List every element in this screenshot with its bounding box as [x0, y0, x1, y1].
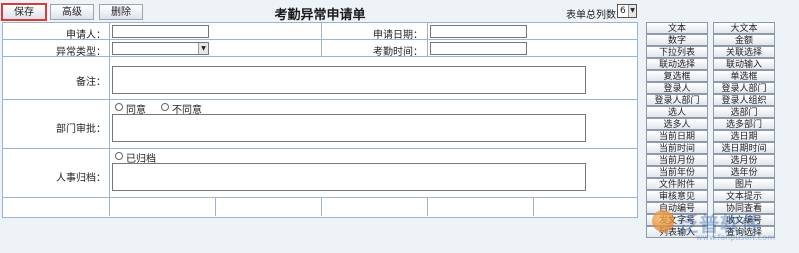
palette-button[interactable]: 登录人组织	[713, 94, 775, 106]
divider	[427, 23, 428, 39]
palette-button[interactable]: 文本	[646, 22, 708, 34]
palette-button[interactable]: 选人	[646, 106, 708, 118]
palette-button[interactable]: 联动选择	[646, 58, 708, 70]
apply-date-label: 申请日期：	[373, 30, 423, 41]
hr-archive-label: 人事归档：	[56, 173, 106, 184]
toolbar: 保存 高级 删除 考勤异常申请单 表单总列数： 6 ▼	[0, 0, 640, 23]
palette-button[interactable]: 选多人	[646, 118, 708, 130]
disagree-radio[interactable]	[161, 103, 169, 111]
divider	[533, 198, 534, 216]
palette-button[interactable]: 选年份	[713, 166, 775, 178]
chevron-down-icon: ▼	[198, 43, 208, 54]
attendance-time-label: 考勤时间：	[373, 47, 423, 58]
palette-button[interactable]: 关联选择	[713, 46, 775, 58]
hr-archive-textarea[interactable]	[112, 163, 586, 191]
palette-button[interactable]: 当前时间	[646, 142, 708, 154]
palette-button[interactable]: 大文本	[713, 22, 775, 34]
apply-date-input[interactable]	[430, 25, 527, 38]
remark-textarea[interactable]	[112, 66, 586, 94]
abnormal-type-select[interactable]: ▼	[112, 42, 209, 55]
palette-button[interactable]: 单选框	[713, 70, 775, 82]
dept-approval-label: 部门审批：	[56, 124, 106, 135]
applicant-label: 申请人：	[66, 30, 106, 41]
advanced-button[interactable]: 高级	[50, 4, 94, 20]
divider	[215, 198, 216, 216]
palette-button[interactable]: 登录人部门	[713, 82, 775, 94]
abnormal-type-label: 异常类型：	[56, 47, 106, 58]
palette-button[interactable]: 当前年份	[646, 166, 708, 178]
palette-button[interactable]: 文本提示	[713, 190, 775, 202]
palette-button[interactable]: 选日期时间	[713, 142, 775, 154]
palette-button[interactable]: 联动输入	[713, 58, 775, 70]
row-empty	[3, 198, 637, 216]
palette-button[interactable]: 当前日期	[646, 130, 708, 142]
form-title: 考勤异常申请单	[274, 8, 366, 23]
applicant-input[interactable]	[112, 25, 209, 38]
row-hr-archive: 人事归档： 已归档	[3, 149, 637, 198]
chevron-down-icon: ▼	[628, 5, 636, 17]
divider	[427, 198, 428, 216]
palette-button[interactable]: 选日期	[713, 130, 775, 142]
agree-radio[interactable]	[115, 103, 123, 111]
divider	[427, 40, 428, 56]
palette-button[interactable]: 图片	[713, 178, 775, 190]
divider	[109, 198, 110, 216]
palette-button[interactable]: 文件附件	[646, 178, 708, 190]
row-remark: 备注：	[3, 57, 637, 100]
save-button[interactable]: 保存	[1, 3, 47, 21]
remark-label: 备注：	[76, 77, 106, 88]
row-abnormal-type: 异常类型： ▼ 考勤时间：	[3, 40, 637, 58]
brand-logo-icon	[652, 210, 674, 232]
watermark-url: www.fanpusoft.com	[696, 233, 775, 242]
palette-button[interactable]: 登录人	[646, 82, 708, 94]
attendance-time-input[interactable]	[430, 42, 527, 55]
palette-button[interactable]: 选多部门	[713, 118, 775, 130]
palette-button[interactable]: 登录人部门	[646, 94, 708, 106]
divider	[109, 40, 110, 56]
divider	[109, 149, 110, 197]
divider	[321, 198, 322, 216]
archived-radio[interactable]	[115, 152, 123, 160]
palette-button[interactable]: 金额	[713, 34, 775, 46]
palette-button[interactable]: 审核意见	[646, 190, 708, 202]
palette-button[interactable]: 选月份	[713, 154, 775, 166]
form-grid: 申请人： 申请日期： 异常类型： ▼ 考勤时间： 备注： 部门审批： 同意 不同…	[2, 22, 638, 218]
divider	[109, 100, 110, 148]
row-applicant: 申请人： 申请日期：	[3, 23, 637, 41]
dept-approval-textarea[interactable]	[112, 114, 586, 142]
divider	[109, 57, 110, 99]
column-count-value: 6	[620, 6, 626, 16]
column-count-select[interactable]: 6 ▼	[617, 4, 637, 18]
delete-button[interactable]: 删除	[99, 4, 143, 20]
divider	[109, 23, 110, 39]
palette-button[interactable]: 复选框	[646, 70, 708, 82]
palette-button[interactable]: 下拉列表	[646, 46, 708, 58]
row-dept-approval: 部门审批： 同意 不同意	[3, 100, 637, 149]
palette-button[interactable]: 数字	[646, 34, 708, 46]
palette-button[interactable]: 选部门	[713, 106, 775, 118]
palette-button[interactable]: 当前月份	[646, 154, 708, 166]
watermark: 泛普软件 www.fanpusoft.com	[652, 208, 794, 242]
